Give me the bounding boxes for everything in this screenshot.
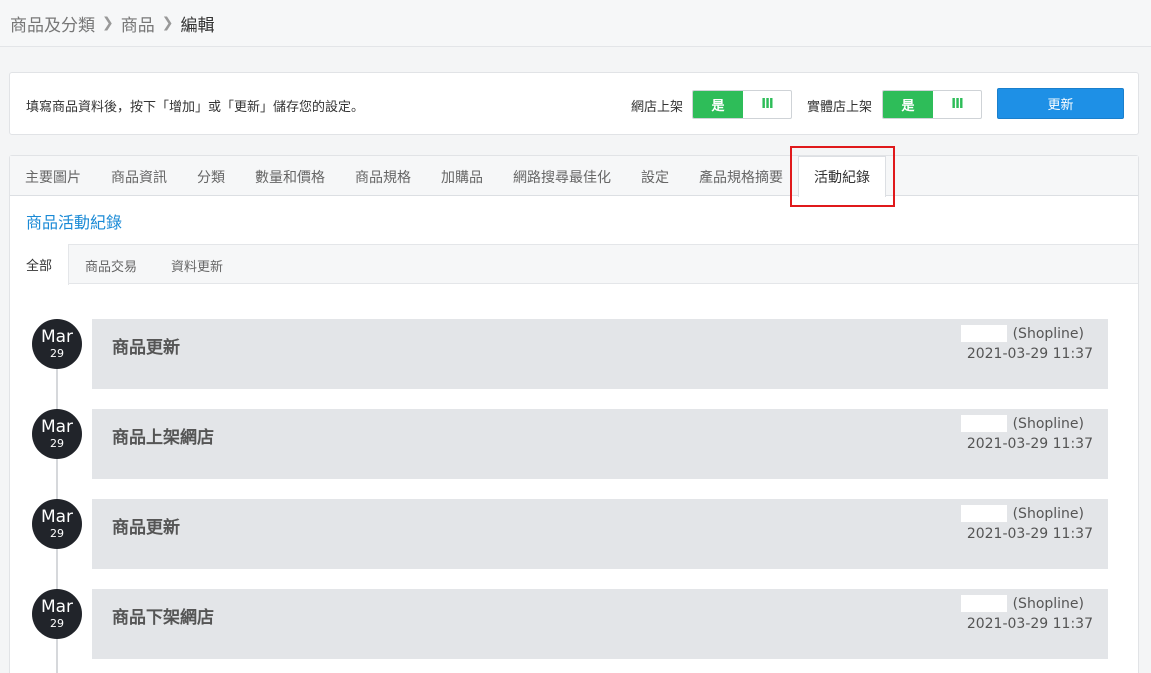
date-month: Mar — [40, 507, 74, 527]
update-button[interactable]: 更新 — [997, 88, 1124, 119]
entry-user-source: (Shopline) — [1012, 595, 1084, 612]
date-day: 29 — [50, 527, 64, 540]
toggle-on-label: 是 — [883, 91, 933, 118]
tab-settings[interactable]: 設定 — [641, 167, 669, 187]
breadcrumb-item-products-categories[interactable]: 商品及分類 — [10, 11, 95, 36]
date-badge: Mar 29 — [32, 589, 82, 639]
entry-time: 2021-03-29 11:37 — [966, 346, 1093, 362]
date-badge: Mar 29 — [32, 409, 82, 459]
toggle-on-label: 是 — [693, 91, 743, 118]
physical-store-toggle[interactable]: 是 III — [882, 90, 982, 119]
tab-spec-summary[interactable]: 產品規格摘要 — [699, 167, 783, 187]
physical-store-label: 實體店上架 — [807, 100, 873, 115]
tab-add-on-items[interactable]: 加購品 — [441, 167, 483, 187]
online-store-toggle[interactable]: 是 III — [692, 90, 792, 119]
entry-user-source: (Shopline) — [1012, 325, 1084, 342]
online-store-label: 網店上架 — [631, 100, 684, 115]
notice-bar: 填寫商品資料後，按下「增加」或「更新」儲存您的設定。 網店上架 是 III 實體… — [9, 72, 1139, 135]
date-day: 29 — [50, 437, 64, 450]
product-edit-panel: 主要圖片 商品資訊 分類 數量和價格 商品規格 加購品 網路搜尋最佳化 設定 產… — [9, 146, 1139, 673]
breadcrumb-current: 編輯 — [180, 15, 215, 36]
entry-title: 商品下架網店 — [112, 608, 214, 628]
tab-quantity-price[interactable]: 數量和價格 — [255, 167, 325, 187]
tab-categories[interactable]: 分類 — [197, 167, 225, 187]
toggle-handle-icon: III — [761, 97, 774, 112]
date-month: Mar — [40, 327, 74, 347]
entry-title: 商品更新 — [112, 518, 180, 538]
breadcrumb: 商品及分類 ❯ 商品 ❯ 編輯 — [0, 0, 1151, 47]
entry-time: 2021-03-29 11:37 — [966, 436, 1093, 452]
entry-user-source: (Shopline) — [1012, 505, 1084, 522]
tab-product-info[interactable]: 商品資訊 — [111, 167, 167, 187]
tab-bar: 主要圖片 商品資訊 分類 數量和價格 商品規格 加購品 網路搜尋最佳化 設定 產… — [10, 146, 1138, 207]
date-day: 29 — [50, 617, 64, 630]
subtab-data-updates[interactable]: 資料更新 — [171, 256, 223, 275]
entry-user-source: (Shopline) — [1012, 415, 1084, 432]
chevron-right-icon: ❯ — [161, 15, 174, 31]
notice-text: 填寫商品資料後，按下「增加」或「更新」儲存您的設定。 — [26, 100, 365, 115]
timeline-entry: Mar 29 商品下架網店 (Shopline) 2021-03-29 11:3… — [10, 589, 1138, 659]
redacted-name — [960, 325, 1007, 342]
date-badge: Mar 29 — [32, 499, 82, 549]
entry-card: 商品更新 (Shopline) 2021-03-29 11:37 — [92, 499, 1108, 569]
date-month: Mar — [40, 597, 74, 617]
entry-time: 2021-03-29 11:37 — [966, 616, 1093, 632]
timeline-entry: Mar 29 商品更新 (Shopline) 2021-03-29 11:37 — [10, 499, 1138, 569]
redacted-name — [960, 415, 1007, 432]
entry-user: (Shopline) — [960, 595, 1084, 612]
redacted-name — [960, 505, 1007, 522]
entry-user: (Shopline) — [960, 325, 1084, 342]
entry-title: 商品更新 — [112, 338, 180, 358]
entry-user: (Shopline) — [960, 505, 1084, 522]
entry-card: 商品下架網店 (Shopline) 2021-03-29 11:37 — [92, 589, 1108, 659]
section-title: 商品活動紀錄 — [26, 213, 123, 232]
chevron-right-icon: ❯ — [102, 15, 114, 31]
date-badge: Mar 29 — [32, 319, 82, 369]
tab-variations[interactable]: 商品規格 — [355, 167, 411, 187]
entry-title: 商品上架網店 — [112, 428, 214, 448]
tab-activity-log[interactable]: 活動紀錄 — [798, 156, 886, 197]
entry-card: 商品更新 (Shopline) 2021-03-29 11:37 — [92, 319, 1108, 389]
tab-seo[interactable]: 網路搜尋最佳化 — [513, 167, 611, 187]
breadcrumb-item-products[interactable]: 商品 — [121, 11, 155, 36]
entry-user: (Shopline) — [960, 415, 1084, 432]
date-month: Mar — [40, 417, 74, 437]
date-day: 29 — [50, 347, 64, 360]
entry-card: 商品上架網店 (Shopline) 2021-03-29 11:37 — [92, 409, 1108, 479]
redacted-name — [960, 595, 1007, 612]
timeline-entry: Mar 29 商品更新 (Shopline) 2021-03-29 11:37 — [10, 319, 1138, 389]
tab-main-images[interactable]: 主要圖片 — [25, 167, 81, 187]
subtab-transactions[interactable]: 商品交易 — [85, 256, 137, 275]
entry-time: 2021-03-29 11:37 — [966, 526, 1093, 542]
subtab-bar: 全部 商品交易 資料更新 — [10, 244, 1138, 285]
toggle-handle-icon: III — [951, 97, 964, 112]
subtab-all[interactable]: 全部 — [10, 244, 69, 285]
timeline-entry: Mar 29 商品上架網店 (Shopline) 2021-03-29 11:3… — [10, 409, 1138, 479]
